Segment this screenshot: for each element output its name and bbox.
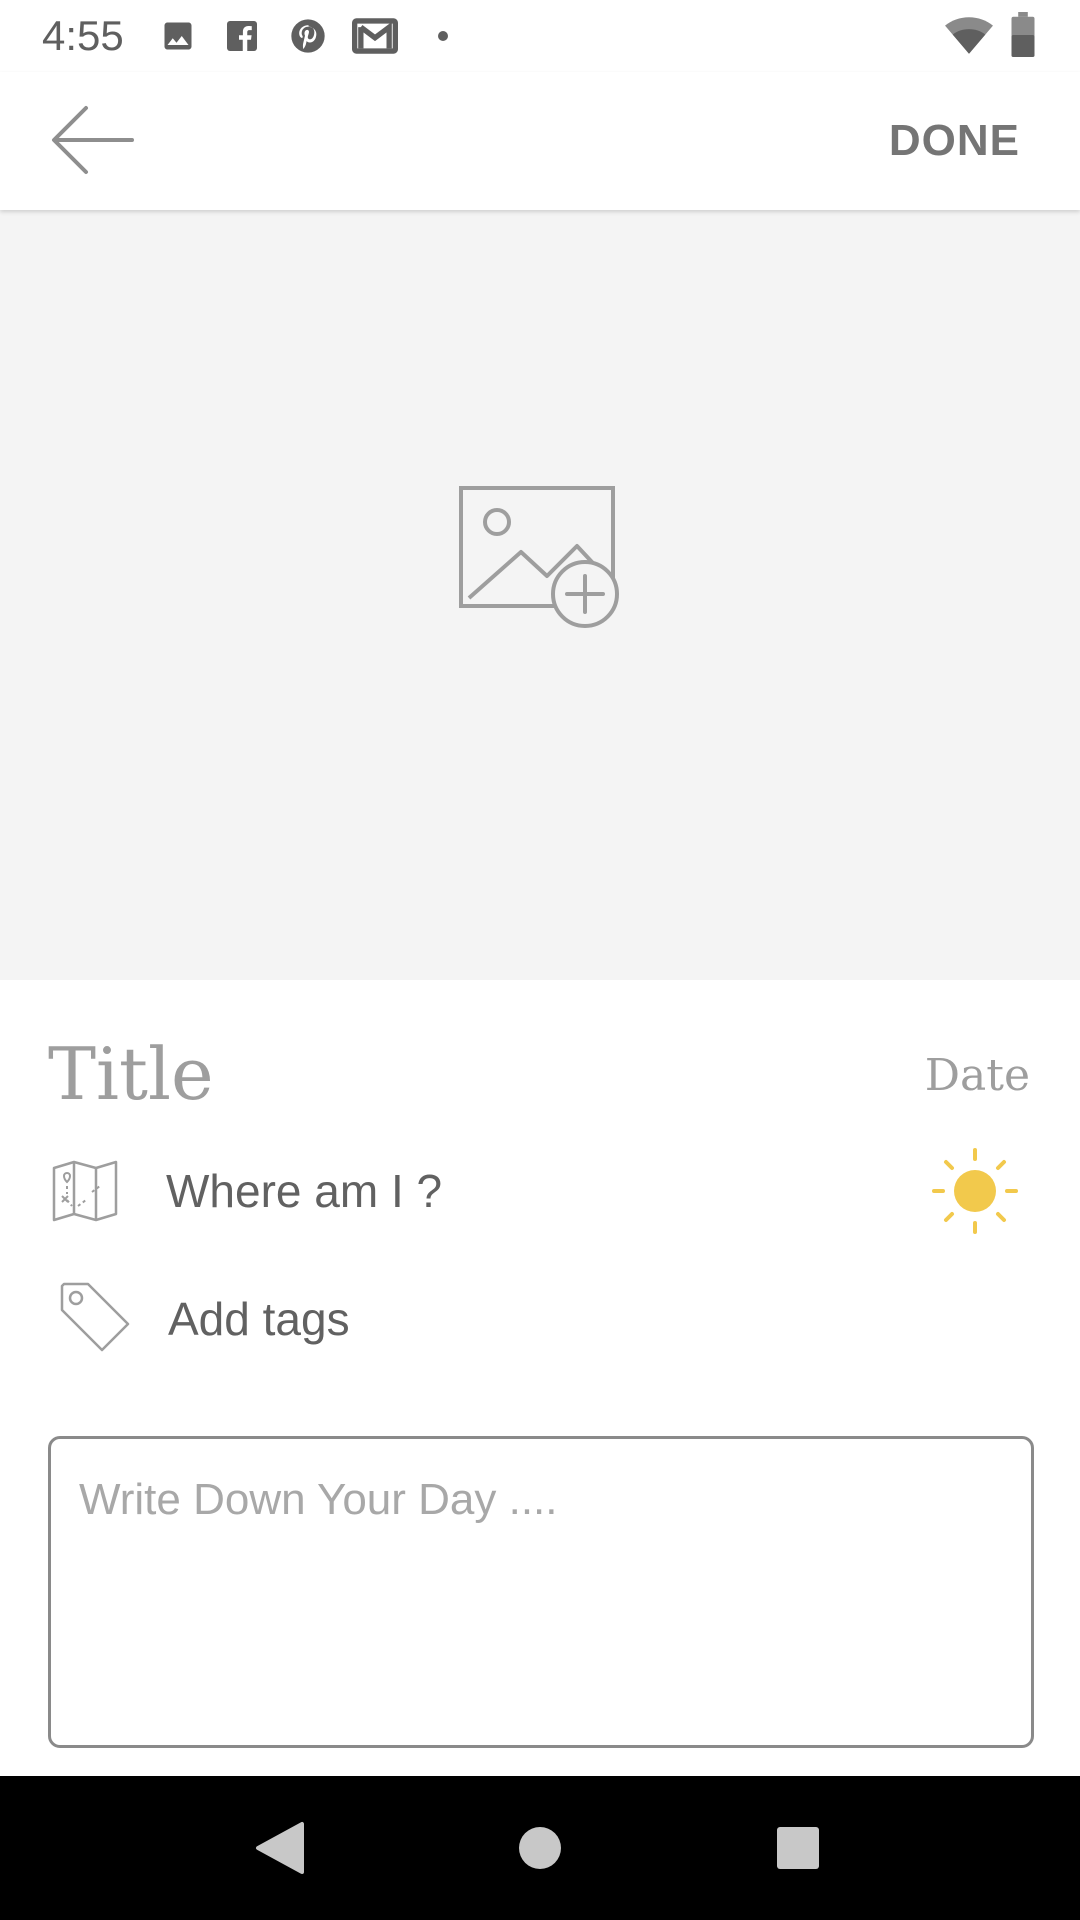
home-circle-icon	[519, 1827, 561, 1869]
gmail-icon	[352, 18, 398, 54]
title-input[interactable]: Title	[48, 1032, 214, 1116]
status-time: 4:55	[42, 12, 124, 59]
tags-label: Add tags	[168, 1293, 350, 1345]
done-button[interactable]: DONE	[889, 116, 1020, 166]
tag-icon	[60, 1282, 130, 1352]
screen: 4:55 DONE Title Date Where am I ? Add ta…	[0, 0, 1080, 1920]
cover-image-picker[interactable]	[0, 210, 1080, 980]
pinterest-icon	[291, 19, 325, 53]
status-bar: 4:55	[0, 0, 1080, 72]
wifi-icon	[945, 17, 993, 54]
sun-icon[interactable]	[930, 1146, 1020, 1236]
nav-home-button[interactable]	[470, 1776, 610, 1920]
app-bar: DONE	[0, 72, 1080, 210]
battery-icon	[1011, 12, 1035, 58]
system-nav-bar	[0, 1776, 1080, 1920]
image-icon	[164, 22, 192, 50]
body-placeholder: Write Down Your Day ....	[79, 1475, 558, 1524]
diary-body-input[interactable]: Write Down Your Day ....	[48, 1436, 1034, 1748]
date-picker[interactable]: Date	[925, 1050, 1030, 1101]
add-image-icon	[459, 486, 619, 628]
recents-square-icon	[777, 1827, 819, 1869]
map-icon	[52, 1160, 118, 1222]
tags-row[interactable]: Add tags	[0, 1270, 1080, 1370]
dot-icon	[438, 31, 448, 41]
location-row[interactable]: Where am I ?	[0, 1140, 1080, 1240]
back-triangle-icon	[256, 1822, 304, 1874]
nav-recents-button[interactable]	[728, 1776, 868, 1920]
facebook-icon	[227, 21, 257, 51]
nav-back-button[interactable]	[210, 1776, 350, 1920]
back-button[interactable]	[40, 100, 140, 180]
arrow-left-icon	[52, 106, 134, 174]
location-label: Where am I ?	[166, 1165, 443, 1217]
